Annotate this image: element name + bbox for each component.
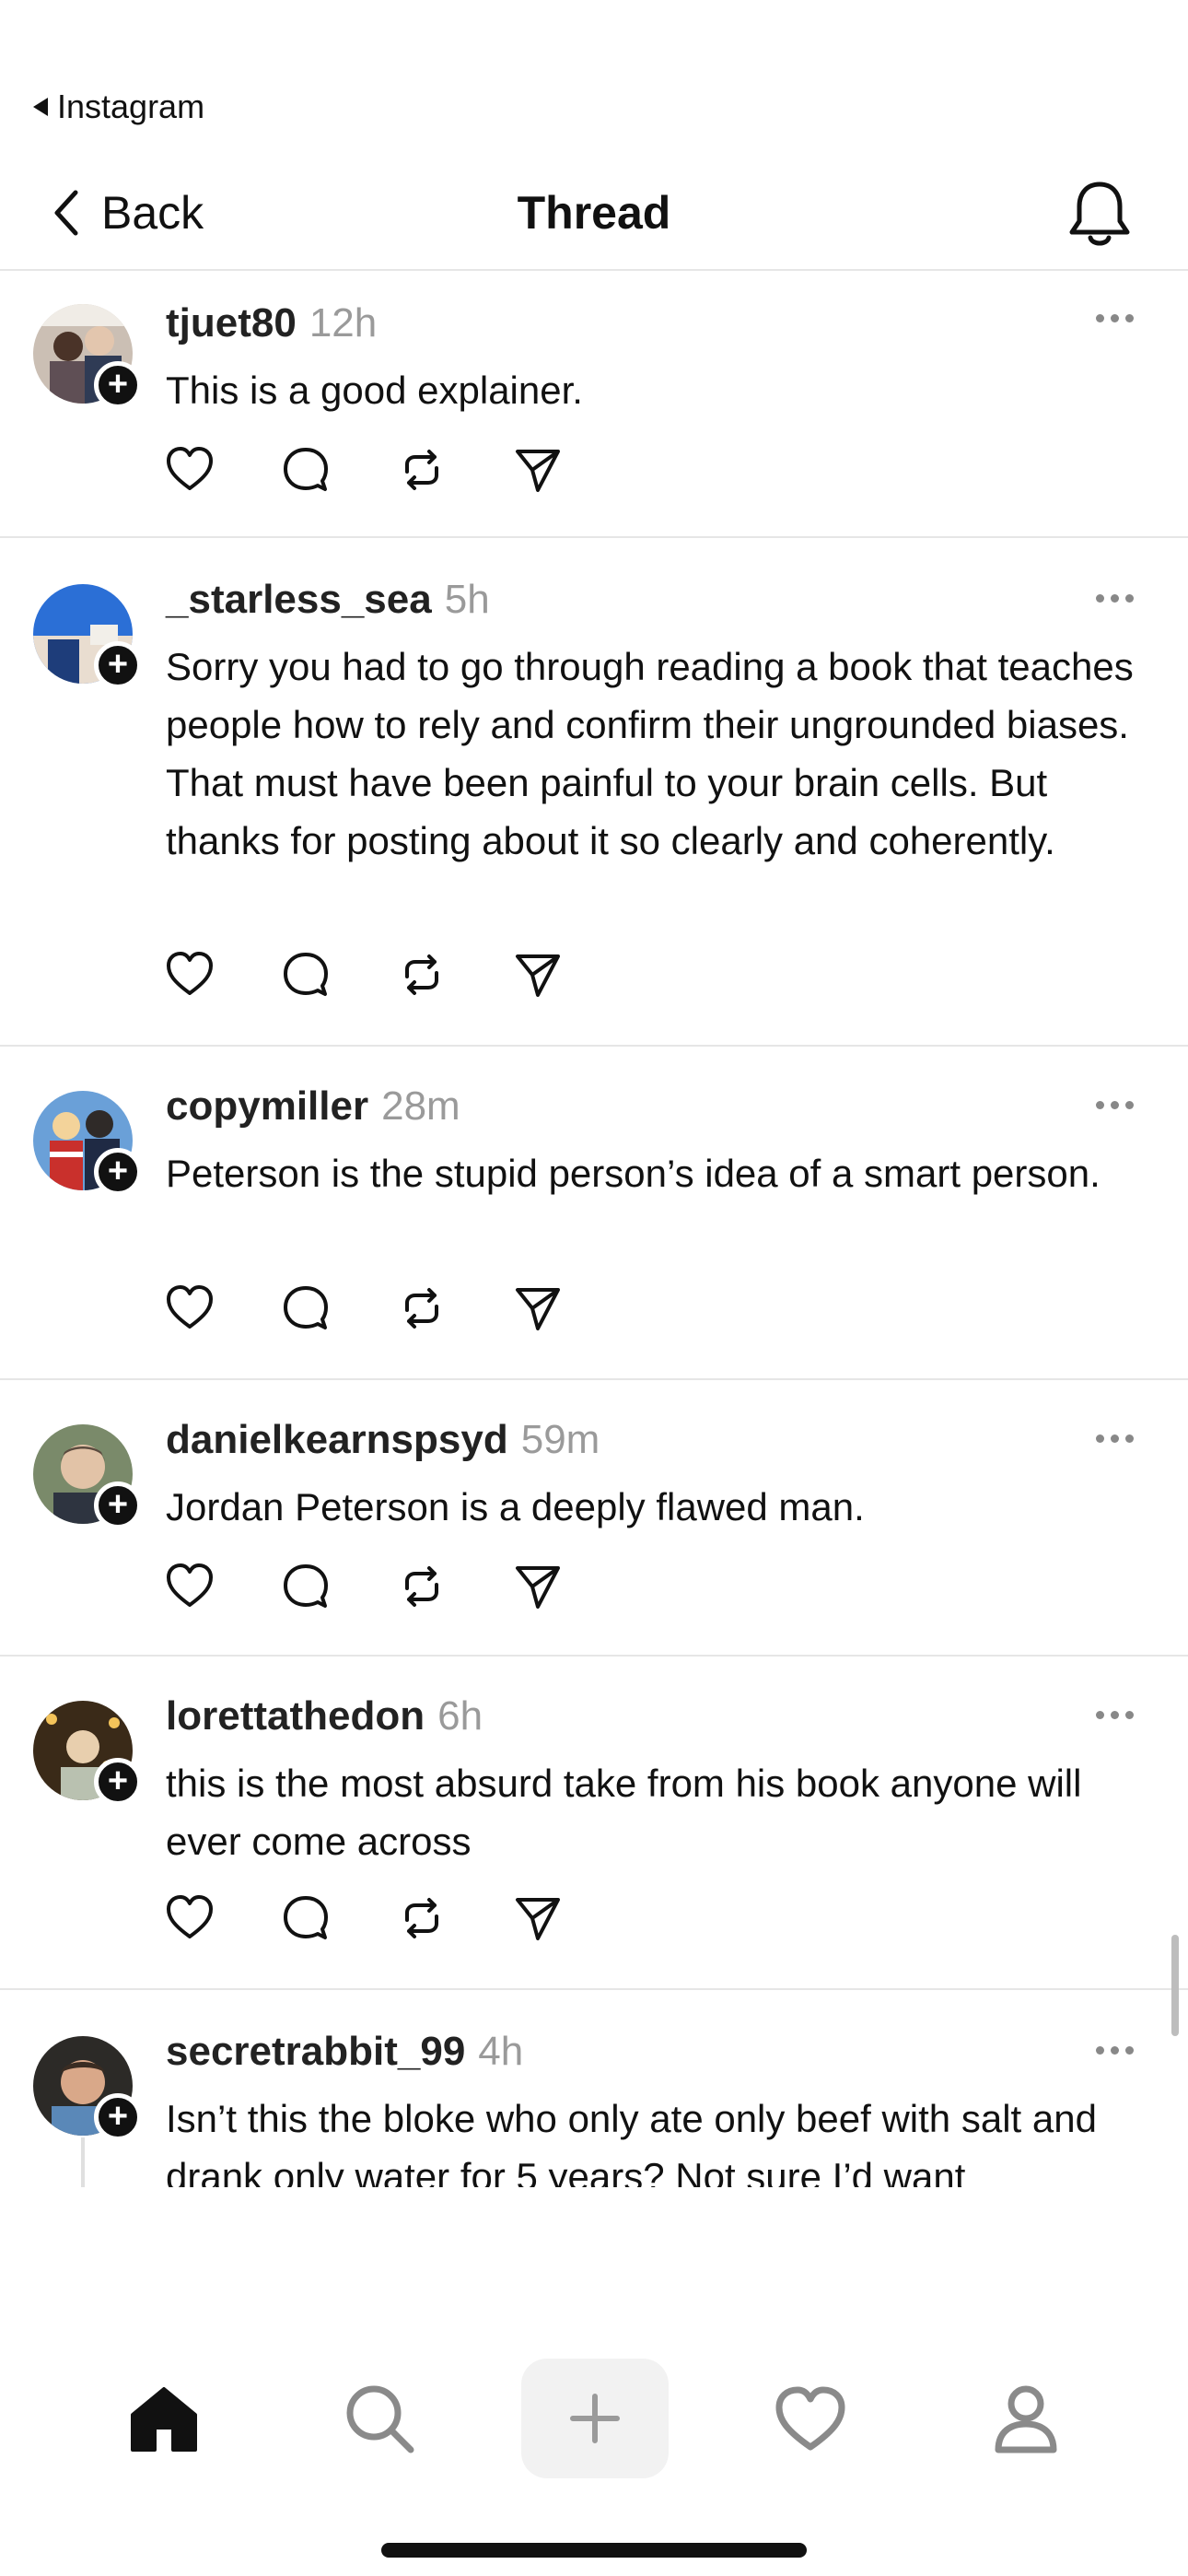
post-actions [164, 949, 564, 1001]
page-title: Thread [517, 187, 671, 239]
timestamp: 12h [309, 300, 378, 345]
tab-create[interactable] [521, 2359, 669, 2478]
reply-post: + danielkearnspsyd 59m Jordan Peterson is… [0, 1380, 1188, 1657]
repost-icon[interactable] [396, 444, 448, 496]
post-text: this is the most absurd take from his bo… [166, 1762, 1082, 1863]
back-to-app-icon [33, 98, 48, 116]
follow-button[interactable]: + [94, 641, 142, 689]
reply-post: + lorettathedon 6h this is the most absur… [0, 1657, 1188, 1990]
home-indicator[interactable] [381, 2543, 807, 2558]
home-icon [131, 2387, 197, 2452]
header: Back Thread [0, 162, 1188, 271]
post-actions [164, 444, 564, 496]
send-icon[interactable] [512, 1561, 564, 1612]
tab-home[interactable] [90, 2359, 238, 2478]
follow-button[interactable]: + [94, 361, 142, 409]
username[interactable]: copymiller 28m [166, 1083, 460, 1130]
back-to-app-label: Instagram [57, 88, 205, 125]
repost-icon[interactable] [396, 949, 448, 1001]
more-button[interactable] [1087, 584, 1142, 612]
activity-icon [775, 2386, 845, 2451]
heart-icon[interactable] [164, 949, 215, 1001]
post-text: Peterson is the stupid person’s idea of … [166, 1152, 1101, 1195]
username[interactable]: tjuet80 12h [166, 300, 377, 346]
follow-button[interactable]: + [94, 2093, 142, 2141]
send-icon[interactable] [512, 1282, 564, 1334]
thread-line [81, 2137, 85, 2187]
thread-replies: + tjuet80 12h This is a good explainer. +… [0, 271, 1188, 2187]
username[interactable]: secretrabbit_99 4h [166, 2029, 523, 2075]
scrollbar[interactable] [1171, 1935, 1179, 2036]
reply-post: + secretrabbit_99 4h Isn’t this the bloke… [0, 1990, 1188, 2187]
follow-button[interactable]: + [94, 1758, 142, 1806]
more-button[interactable] [1087, 2036, 1142, 2064]
reply-post: + tjuet80 12h This is a good explainer. [0, 271, 1188, 538]
timestamp: 6h [437, 1693, 483, 1739]
post-text: Isn’t this the bloke who only ate only b… [166, 2097, 1097, 2187]
profile-icon [995, 2385, 1057, 2453]
follow-button[interactable]: + [94, 1148, 142, 1196]
send-icon[interactable] [512, 949, 564, 1001]
timestamp: 59m [520, 1417, 600, 1462]
bell-icon [1069, 181, 1130, 246]
tab-activity[interactable] [737, 2359, 884, 2478]
post-actions [164, 1282, 564, 1334]
more-button[interactable] [1087, 1091, 1142, 1118]
tab-profile[interactable] [952, 2359, 1100, 2478]
tab-bar [0, 2359, 1188, 2488]
repost-icon[interactable] [396, 1282, 448, 1334]
heart-icon[interactable] [164, 444, 215, 496]
more-button[interactable] [1087, 1701, 1142, 1728]
heart-icon[interactable] [164, 1892, 215, 1944]
username[interactable]: lorettathedon 6h [166, 1693, 483, 1739]
notifications-button[interactable] [1065, 177, 1135, 251]
timestamp: 4h [478, 2029, 524, 2074]
post-text: Jordan Peterson is a deeply flawed man. [166, 1485, 865, 1528]
reply-post: + _starless_sea 5h Sorry you had to go th… [0, 538, 1188, 1047]
comment-icon[interactable] [280, 444, 332, 496]
timestamp: 5h [444, 577, 490, 622]
post-text: This is a good explainer. [166, 369, 583, 412]
heart-icon[interactable] [164, 1561, 215, 1612]
comment-icon[interactable] [280, 1561, 332, 1612]
follow-button[interactable]: + [94, 1481, 142, 1529]
post-text: Sorry you had to go through reading a bo… [166, 645, 1134, 862]
comment-icon[interactable] [280, 949, 332, 1001]
username[interactable]: _starless_sea 5h [166, 577, 490, 623]
create-icon [570, 2394, 620, 2443]
repost-icon[interactable] [396, 1892, 448, 1944]
more-button[interactable] [1087, 1424, 1142, 1452]
more-button[interactable] [1087, 304, 1142, 332]
tab-search[interactable] [306, 2359, 453, 2478]
timestamp: 28m [381, 1083, 460, 1129]
thread-screen: Instagram Back Thread + tjuet80 12h This … [0, 0, 1188, 2576]
reply-post: + copymiller 28m Peterson is the stupid p… [0, 1047, 1188, 1380]
send-icon[interactable] [512, 1892, 564, 1944]
username[interactable]: danielkearnspsyd 59m [166, 1417, 600, 1463]
back-to-app[interactable]: Instagram [33, 88, 204, 125]
send-icon[interactable] [512, 444, 564, 496]
comment-icon[interactable] [280, 1282, 332, 1334]
comment-icon[interactable] [280, 1892, 332, 1944]
heart-icon[interactable] [164, 1282, 215, 1334]
post-actions [164, 1561, 564, 1612]
post-actions [164, 1892, 564, 1944]
search-icon [346, 2385, 414, 2453]
repost-icon[interactable] [396, 1561, 448, 1612]
